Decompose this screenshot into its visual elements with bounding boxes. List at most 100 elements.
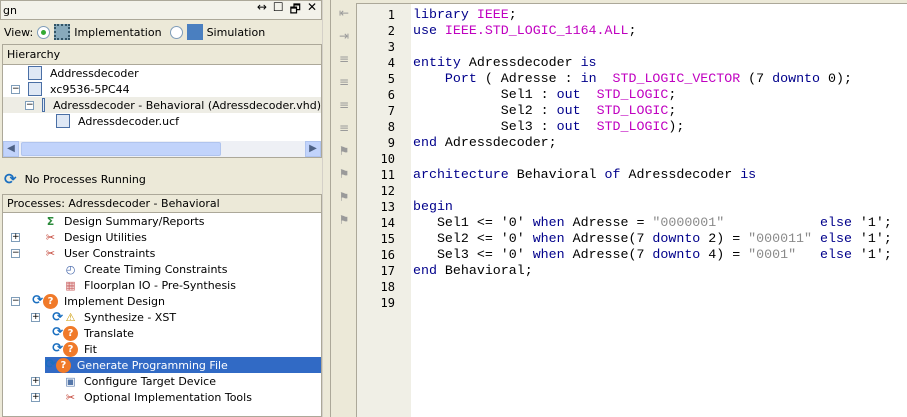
uncomment-block-icon[interactable]: ≡ <box>334 118 354 138</box>
implementation-label[interactable]: Implementation <box>74 26 161 39</box>
implementation-radio[interactable] <box>37 25 51 39</box>
line-number: 12 <box>380 184 395 198</box>
code-token: use <box>413 23 445 38</box>
process-status: ⟳ No Processes Running <box>4 168 146 190</box>
process-item[interactable]: + ▣ Configure Target Device <box>3 373 321 389</box>
process-item-label: Fit <box>84 342 97 356</box>
code-token: Adresse = <box>572 215 653 230</box>
design-panel: gn ↔ ☐ 🗗 ✕ View: Implementation Simulati… <box>0 0 322 417</box>
scroll-right-button[interactable]: ▶ <box>305 141 321 157</box>
code-line[interactable]: Port ( Adresse : in STD_LOGIC_VECTOR (7 … <box>413 71 852 87</box>
code-token: "000011" <box>748 231 813 246</box>
hierarchy-item[interactable]: − Adressdecoder - Behavioral (Adressdecod… <box>3 97 321 113</box>
unindent-icon[interactable]: ⇤ <box>334 3 354 23</box>
simulation-label[interactable]: Simulation <box>207 26 266 39</box>
horizontal-scrollbar[interactable]: ◀ ▶ <box>3 141 321 157</box>
code-token: else <box>820 231 860 246</box>
code-line[interactable]: entity Adressdecoder is <box>413 55 597 71</box>
uncomment-icon[interactable]: ≡ <box>334 72 354 92</box>
process-item-label: Configure Target Device <box>84 374 216 388</box>
process-item[interactable]: − ⟳? Implement Design <box>3 293 321 309</box>
code-line[interactable]: Sel1 : out STD_LOGIC; <box>413 87 677 103</box>
code-token: Sel3 : <box>413 119 557 134</box>
close-icon[interactable]: ✕ <box>307 0 317 21</box>
process-item-label: User Constraints <box>64 246 156 260</box>
code-token: Sel1 <= '0' <box>413 215 533 230</box>
code-line[interactable]: end Behavioral; <box>413 263 533 279</box>
code-token: "0001" <box>748 247 797 262</box>
editor-toolbar: ⇤ ⇥ ≡ ≡ ≡ ≡ ⚑ ⚑ ⚑ ⚑ <box>330 0 356 417</box>
tools-icon: ✂ <box>45 230 56 244</box>
code-line[interactable]: library IEEE; <box>413 7 517 23</box>
hierarchy-item[interactable]: − xc9536-5PC44 <box>3 81 321 97</box>
line-number: 4 <box>387 56 395 70</box>
line-number: 16 <box>380 248 395 262</box>
code-line[interactable]: Sel2 <= '0' when Adresse(7 downto 2) = "… <box>413 231 892 247</box>
comment-icon[interactable]: ≡ <box>334 49 354 69</box>
process-item[interactable]: ⟳? Generate Programming File <box>45 357 321 373</box>
expand-toggle[interactable]: + <box>31 392 40 402</box>
process-item-label: Design Utilities <box>64 230 147 244</box>
code-token: IEEE.STD_LOGIC_1164.ALL <box>444 23 629 38</box>
line-number: 2 <box>387 24 395 38</box>
process-item[interactable]: ▦ Floorplan IO - Pre-Synthesis <box>3 277 321 293</box>
expand-toggle[interactable]: + <box>31 312 40 322</box>
restore-icon[interactable]: 🗗 <box>290 0 301 21</box>
process-item-label: Design Summary/Reports <box>64 214 205 228</box>
code-line[interactable]: Sel3 : out STD_LOGIC); <box>413 119 685 135</box>
processes-tree: Processes: Adressdecoder - Behavioral ΣD… <box>2 194 322 417</box>
status-text: No Processes Running <box>24 172 146 186</box>
code-line[interactable]: Sel3 <= '0' when Adresse(7 downto 4) = "… <box>413 247 892 263</box>
refresh-icon: ⟳ <box>45 357 56 372</box>
expand-toggle[interactable]: + <box>31 376 40 386</box>
process-item[interactable]: + ✂ Design Utilities <box>3 229 321 245</box>
simulation-icon <box>186 24 203 40</box>
bookmark-toggle-icon[interactable]: ⚑ <box>334 141 354 161</box>
bookmark-next-icon[interactable]: ⚑ <box>334 164 354 184</box>
code-token: Port <box>413 71 485 86</box>
code-token: Adresse(7 <box>572 231 653 246</box>
process-item-label: Implement Design <box>64 294 166 308</box>
simulation-radio[interactable] <box>169 25 183 39</box>
code-token: out <box>556 119 581 134</box>
bookmark-clear-icon[interactable]: ⚑ <box>334 210 354 230</box>
code-token: 4) = <box>708 247 749 262</box>
indent-icon[interactable]: ⇥ <box>334 26 354 46</box>
maximize-icon[interactable]: ☐ <box>273 0 284 21</box>
code-token: library <box>413 7 477 22</box>
float-icon[interactable]: ↔ <box>257 0 267 21</box>
code-line[interactable]: use IEEE.STD_LOGIC_1164.ALL; <box>413 23 636 39</box>
expand-toggle[interactable]: + <box>11 232 20 242</box>
code-token: 2) = <box>708 231 749 246</box>
process-item[interactable]: + ⟳ ⚠ Synthesize - XST <box>3 309 321 325</box>
code-token: 0); <box>820 71 852 86</box>
bookmark-prev-icon[interactable]: ⚑ <box>334 187 354 207</box>
code-editor[interactable]: 1 2 3 4 5 6 7 8 9 10 11 12 13 14 15 16 17 18 19 library IE… <box>356 3 907 417</box>
process-item[interactable]: ⟳? Translate <box>3 325 321 341</box>
code-line[interactable]: Sel2 : out STD_LOGIC; <box>413 103 677 119</box>
splitter[interactable] <box>322 0 330 417</box>
process-item[interactable]: ⟳? Fit <box>3 341 321 357</box>
process-item[interactable]: Σ Design Summary/Reports <box>3 213 321 229</box>
code-line[interactable]: Sel1 <= '0' when Adresse = "0000001" els… <box>413 215 892 231</box>
process-item[interactable]: + ✂ Optional Implementation Tools <box>3 389 321 405</box>
scroll-left-button[interactable]: ◀ <box>3 141 19 157</box>
expand-toggle[interactable]: − <box>25 100 34 110</box>
hierarchy-item[interactable]: Addressdecoder <box>3 65 321 81</box>
hierarchy-item-label: xc9536-5PC44 <box>50 82 130 96</box>
process-item[interactable]: ◴ Create Timing Constraints <box>3 261 321 277</box>
process-item[interactable]: − ✂ User Constraints <box>3 245 321 261</box>
scroll-thumb[interactable] <box>21 142 221 156</box>
hierarchy-item[interactable]: Adressdecoder.ucf <box>3 113 321 129</box>
expand-toggle[interactable]: − <box>11 84 20 94</box>
code-line[interactable]: begin <box>413 199 453 215</box>
line-number-gutter: 1 2 3 4 5 6 7 8 9 10 11 12 13 14 15 16 17 18 19 <box>357 4 411 417</box>
comment-block-icon[interactable]: ≡ <box>334 95 354 115</box>
code-line[interactable]: architecture Behavioral of Adressdecoder… <box>413 167 756 183</box>
code-line[interactable]: end Adressdecoder; <box>413 135 557 151</box>
expand-toggle[interactable]: − <box>11 296 20 306</box>
code-token: of <box>604 167 629 182</box>
expand-toggle[interactable]: − <box>11 248 20 258</box>
file-icon <box>28 66 42 80</box>
